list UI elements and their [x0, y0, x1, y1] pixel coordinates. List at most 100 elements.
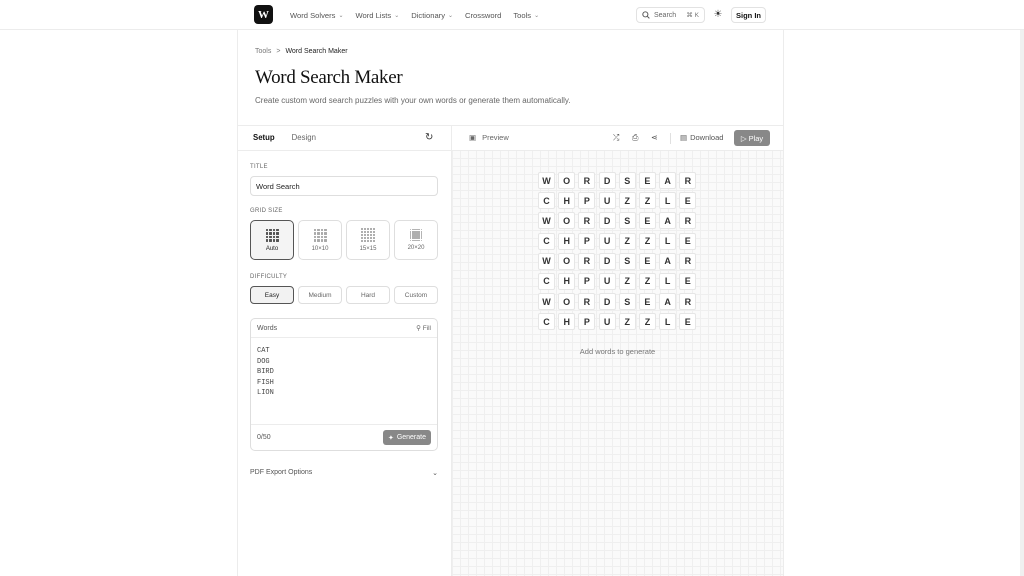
- grid-size-auto[interactable]: Auto: [250, 220, 294, 260]
- save-icon[interactable]: ⎙: [632, 133, 638, 143]
- grid-cell[interactable]: D: [598, 172, 616, 189]
- tab-design[interactable]: Design: [289, 126, 319, 151]
- grid-cell[interactable]: C: [538, 313, 555, 331]
- grid-cell[interactable]: C: [538, 192, 555, 210]
- grid-cell[interactable]: E: [679, 272, 697, 290]
- grid-cell[interactable]: Z: [618, 313, 636, 331]
- preview-label: ▣ Preview: [469, 133, 509, 142]
- grid-cell[interactable]: L: [659, 232, 677, 250]
- grid-cell[interactable]: W: [538, 212, 555, 230]
- grid-cell[interactable]: E: [638, 293, 656, 311]
- grid-cell[interactable]: R: [578, 252, 596, 270]
- grid-cell[interactable]: A: [659, 172, 677, 189]
- grid-cell[interactable]: R: [578, 172, 596, 189]
- grid-cell[interactable]: U: [598, 192, 616, 210]
- rotate-ccw-icon[interactable]: ↻: [425, 132, 433, 143]
- title-input[interactable]: Word Search: [250, 176, 438, 196]
- grid-cell[interactable]: W: [538, 293, 555, 311]
- difficulty-medium[interactable]: Medium: [298, 286, 342, 304]
- words-header: Words ⚲ Fill: [251, 319, 437, 338]
- grid-cell[interactable]: Z: [638, 192, 656, 210]
- grid-cell[interactable]: R: [578, 212, 596, 230]
- difficulty-hard[interactable]: Hard: [346, 286, 390, 304]
- grid-cell[interactable]: A: [659, 212, 677, 230]
- grid-cell[interactable]: E: [638, 212, 656, 230]
- download-button[interactable]: ▤ Download: [680, 133, 723, 142]
- search-button[interactable]: Search ⌘ K: [636, 7, 705, 23]
- grid-size-15[interactable]: 15×15: [346, 220, 390, 260]
- grid-cell[interactable]: E: [638, 252, 656, 270]
- grid-size-10[interactable]: 10×10: [298, 220, 342, 260]
- grid-cell[interactable]: S: [618, 252, 636, 270]
- grid-cell[interactable]: D: [598, 293, 616, 311]
- grid-cell[interactable]: H: [558, 232, 576, 250]
- grid-cell[interactable]: Z: [618, 272, 636, 290]
- grid-cell[interactable]: S: [618, 212, 636, 230]
- grid-cell[interactable]: O: [558, 252, 576, 270]
- grid-cell[interactable]: A: [659, 293, 677, 311]
- grid-cell[interactable]: R: [578, 293, 596, 311]
- grid-cell[interactable]: L: [659, 313, 677, 331]
- grid-cell[interactable]: H: [558, 313, 576, 331]
- grid-cell[interactable]: H: [558, 272, 576, 290]
- pdf-export-options-toggle[interactable]: PDF Export Options ⌄: [250, 469, 438, 477]
- nav-word-lists[interactable]: Word Lists ⌄: [355, 11, 399, 20]
- grid-cell[interactable]: R: [679, 172, 697, 189]
- grid-cell[interactable]: W: [538, 172, 555, 189]
- grid-cell[interactable]: Z: [638, 313, 656, 331]
- fill-button[interactable]: ⚲ Fill: [416, 324, 431, 332]
- grid-cell[interactable]: E: [679, 232, 697, 250]
- grid-cell[interactable]: A: [659, 252, 677, 270]
- grid-cell[interactable]: O: [558, 172, 576, 189]
- site-logo[interactable]: W: [254, 5, 273, 24]
- grid-cell[interactable]: S: [618, 172, 636, 189]
- nav-dictionary[interactable]: Dictionary ⌄: [411, 11, 453, 20]
- grid-cell[interactable]: Z: [638, 272, 656, 290]
- breadcrumb-tools[interactable]: Tools: [255, 48, 271, 55]
- grid-cell[interactable]: P: [578, 232, 596, 250]
- grid-cell[interactable]: U: [598, 272, 616, 290]
- grid-cell[interactable]: O: [558, 212, 576, 230]
- grid-cell[interactable]: C: [538, 232, 555, 250]
- grid-cell[interactable]: L: [659, 272, 677, 290]
- chevron-down-icon: ⌄: [338, 12, 344, 19]
- grid-cell[interactable]: L: [659, 192, 677, 210]
- scrollbar[interactable]: [1020, 0, 1024, 576]
- difficulty-custom[interactable]: Custom: [394, 286, 438, 304]
- grid-cell[interactable]: O: [558, 293, 576, 311]
- grid-cell[interactable]: H: [558, 192, 576, 210]
- grid-cell[interactable]: R: [679, 293, 697, 311]
- nav-word-solvers[interactable]: Word Solvers ⌄: [290, 11, 343, 20]
- grid-cell[interactable]: U: [598, 232, 616, 250]
- grid-cell[interactable]: C: [538, 272, 555, 290]
- difficulty-easy[interactable]: Easy: [250, 286, 294, 304]
- grid-cell[interactable]: D: [598, 212, 616, 230]
- grid-cell[interactable]: P: [578, 272, 596, 290]
- grid-cell[interactable]: R: [679, 212, 697, 230]
- grid-cell[interactable]: E: [679, 192, 697, 210]
- words-textarea[interactable]: CAT DOG BIRD FISH LION: [257, 346, 274, 399]
- sun-icon[interactable]: ☀: [712, 9, 724, 21]
- nav-tools[interactable]: Tools ⌄: [513, 11, 539, 20]
- share-icon[interactable]: ⋖: [651, 133, 658, 142]
- tab-setup[interactable]: Setup: [250, 126, 278, 151]
- difficulty-label: DIFFICULTY: [250, 274, 288, 280]
- grid-cell[interactable]: U: [598, 313, 616, 331]
- play-button[interactable]: ▷ Play: [734, 130, 770, 146]
- sign-in-button[interactable]: Sign In: [731, 7, 766, 23]
- grid-cell[interactable]: D: [598, 252, 616, 270]
- grid-cell[interactable]: W: [538, 252, 555, 270]
- grid-cell[interactable]: Z: [638, 232, 656, 250]
- grid-cell[interactable]: R: [679, 252, 697, 270]
- grid-cell[interactable]: Z: [618, 192, 636, 210]
- shuffle-icon[interactable]: ⤮: [613, 133, 619, 143]
- generate-button[interactable]: ✦ Generate: [382, 430, 431, 445]
- grid-cell[interactable]: E: [638, 172, 656, 189]
- grid-cell[interactable]: P: [578, 192, 596, 210]
- grid-cell[interactable]: P: [578, 313, 596, 331]
- nav-crossword[interactable]: Crossword: [465, 11, 501, 20]
- grid-size-20[interactable]: 20×20: [394, 220, 438, 260]
- grid-cell[interactable]: S: [618, 293, 636, 311]
- grid-cell[interactable]: Z: [618, 232, 636, 250]
- grid-cell[interactable]: E: [679, 313, 697, 331]
